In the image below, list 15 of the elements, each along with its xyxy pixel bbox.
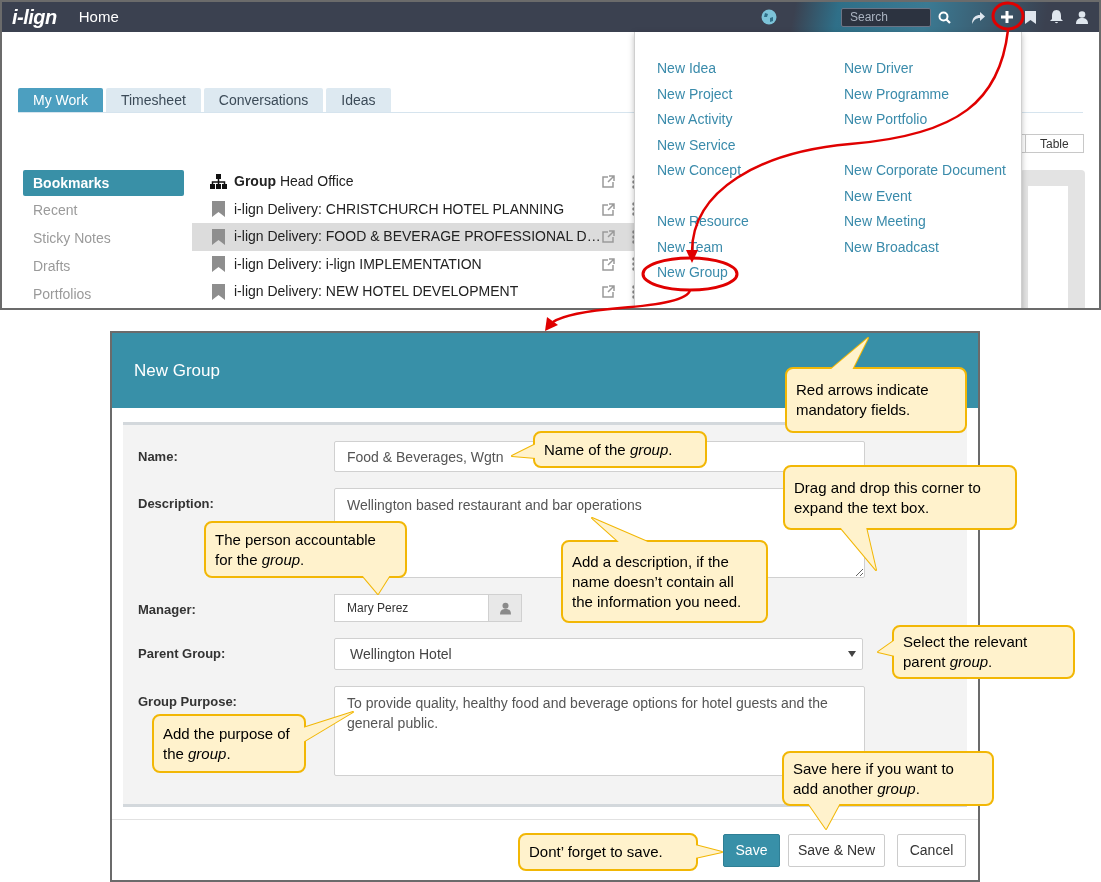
field-label: Name: bbox=[137, 448, 179, 465]
page-title: Home bbox=[78, 6, 119, 27]
dialog-title: New Group bbox=[134, 359, 220, 382]
field-label: Manager: bbox=[137, 601, 197, 618]
callout-tooltip: Dont’ forget to save. bbox=[517, 832, 724, 872]
callout-tooltip: Drag and drop this corner to expand the text box. bbox=[782, 464, 1018, 572]
callout-tooltip: The person accountable for the group. bbox=[203, 520, 408, 596]
callout-tooltip: Red arrows indicate mandatory fields. bbox=[784, 336, 968, 434]
field-label: Description: bbox=[137, 495, 215, 512]
field-label: Group Purpose: bbox=[137, 693, 238, 710]
callout-tooltip: Save here if you want to add another group. bbox=[781, 750, 995, 831]
callout-tooltip: Select the relevant parent group. bbox=[876, 624, 1076, 680]
field-label: Parent Group: bbox=[137, 645, 227, 662]
callout-tooltip: Name of the group. bbox=[510, 430, 708, 469]
callout-tooltip: Add a description, if the name doesn’t contain all the information you need. bbox=[560, 516, 769, 624]
